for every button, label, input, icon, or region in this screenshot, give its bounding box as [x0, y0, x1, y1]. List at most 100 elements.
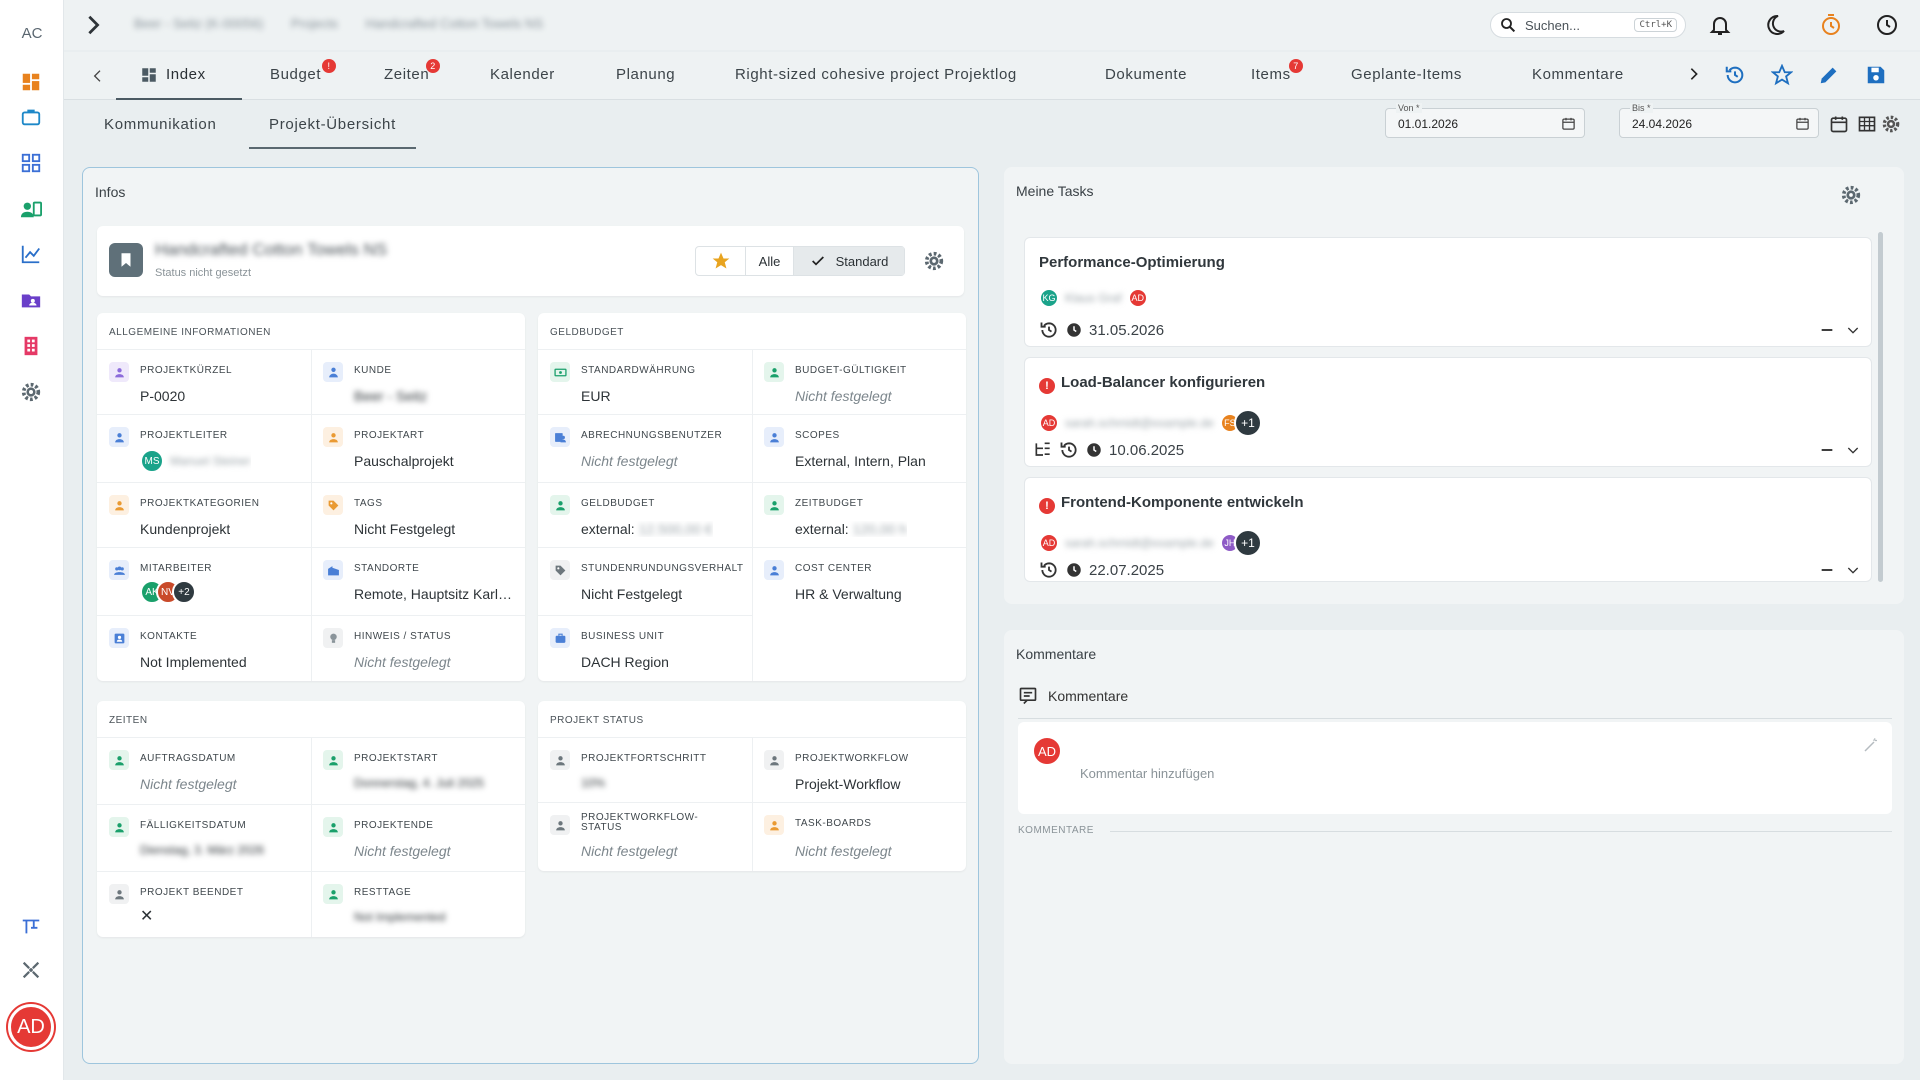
budget-amount: 12.500,00 €: [638, 521, 713, 537]
field-scopes: Scopes External, Intern, Plan: [752, 414, 966, 482]
tab-index[interactable]: Index: [116, 66, 242, 100]
field-value: MS Manuel Steiner: [140, 449, 251, 473]
field-value[interactable]: Beer - Seitz: [354, 388, 427, 404]
chevron-right-icon[interactable]: [1686, 66, 1702, 85]
user-avatar[interactable]: AD: [8, 1004, 54, 1050]
comment-editor[interactable]: AD Kommentar hinzufügen: [1018, 722, 1892, 814]
tab-dokumente[interactable]: Dokumente: [1105, 66, 1187, 100]
calendar-picker-icon[interactable]: [1829, 114, 1849, 137]
tab-zeiten[interactable]: Zeiten 2: [384, 59, 440, 100]
filter-all-button[interactable]: Alle: [746, 247, 794, 275]
settings-icon[interactable]: [18, 379, 44, 405]
minus-icon[interactable]: [1819, 322, 1835, 338]
history-icon[interactable]: [1059, 440, 1079, 460]
minus-icon[interactable]: [1819, 442, 1835, 458]
history-icon[interactable]: [1039, 560, 1059, 580]
customer-icon: [323, 362, 343, 382]
star-icon[interactable]: [1770, 63, 1794, 89]
expand-sidebar-icon[interactable]: [82, 14, 104, 36]
time-tracking-icon[interactable]: [1875, 13, 1899, 37]
bell-icon[interactable]: [1708, 13, 1732, 37]
search-input[interactable]: Suchen... Ctrl+K: [1490, 12, 1686, 38]
tasks-scrollbar[interactable]: [1878, 232, 1883, 582]
tab-kalender[interactable]: Kalender: [490, 66, 555, 100]
chart-line-icon[interactable]: [18, 241, 44, 267]
date-to-field[interactable]: Bis * 24.04.2026: [1619, 103, 1819, 138]
more-avatars[interactable]: +2: [172, 580, 196, 604]
tab-projektlog[interactable]: Right-sized cohesive project Projektlog: [735, 66, 1017, 100]
avatar[interactable]: AD: [1039, 533, 1059, 553]
avatar[interactable]: KG: [1039, 288, 1059, 308]
avatar[interactable]: AD: [1127, 288, 1148, 308]
tab-geplante-items[interactable]: Geplante-Items: [1351, 66, 1462, 100]
settings-icon[interactable]: [1840, 184, 1862, 209]
task-due: 31.05.2026: [1039, 320, 1164, 340]
field-projektworkflow-status: Projektworkflow-Status Nicht festgelegt: [538, 802, 752, 871]
task-title[interactable]: Performance-Optimierung: [1039, 254, 1225, 271]
subtab-kommunikation[interactable]: Kommunikation: [104, 116, 216, 147]
field-label: Mitarbeiter: [140, 563, 212, 574]
task-card[interactable]: ! Load-Balancer konfigurieren AD sarah.sc…: [1024, 357, 1872, 467]
tab-kommentare[interactable]: Kommentare: [1532, 66, 1624, 100]
table-view-icon[interactable]: [1857, 114, 1877, 137]
person-icon: [550, 750, 570, 770]
group-icon: [109, 560, 129, 580]
field-label: Auftragsdatum: [140, 753, 236, 764]
building-icon[interactable]: [18, 333, 44, 359]
settings-icon[interactable]: [923, 250, 945, 275]
breadcrumb-projects[interactable]: Projects: [291, 16, 338, 31]
folder-user-icon[interactable]: [18, 287, 44, 313]
favorite-star-icon[interactable]: [696, 247, 746, 275]
contacts-icon[interactable]: [18, 196, 44, 222]
task-title[interactable]: ! Load-Balancer konfigurieren: [1039, 374, 1265, 394]
chevron-down-icon[interactable]: [1845, 442, 1861, 458]
edit-icon[interactable]: [1818, 64, 1840, 89]
dark-mode-icon[interactable]: [1763, 13, 1787, 37]
subtab-projekt-uebersicht[interactable]: Projekt-Übersicht: [249, 116, 416, 149]
person-icon: [764, 815, 784, 835]
field-value: external: 12.500,00 €: [581, 521, 713, 537]
field-value: Nicht festgelegt: [795, 388, 892, 404]
tools-icon[interactable]: [18, 957, 44, 983]
history-icon[interactable]: [1724, 64, 1746, 89]
bookmark-icon: [109, 243, 143, 277]
widgets-icon[interactable]: [18, 150, 44, 176]
chevron-left-icon[interactable]: [90, 68, 106, 87]
app-logo[interactable]: AC: [12, 18, 52, 48]
field-label: Hinweis / Status: [354, 631, 452, 642]
more-avatars[interactable]: +1: [1233, 409, 1262, 437]
date-from-field[interactable]: Von * 01.01.2026: [1385, 103, 1585, 138]
field-label: Standorte: [354, 563, 420, 574]
task-title[interactable]: ! Frontend-Komponente entwickeln: [1039, 494, 1304, 514]
chevron-down-icon[interactable]: [1845, 562, 1861, 578]
section-header: Projekt Status: [550, 715, 644, 726]
avatar[interactable]: MS: [140, 449, 164, 473]
magic-wand-icon[interactable]: [1862, 736, 1880, 754]
more-avatars[interactable]: +1: [1233, 529, 1262, 557]
breadcrumb-project[interactable]: Handcrafted Cotton Towels NS: [366, 16, 544, 31]
task-assignees: KG Klaus Graf AD: [1039, 288, 1148, 308]
calendar-icon[interactable]: [1795, 116, 1810, 131]
avatar[interactable]: AD: [1039, 413, 1059, 433]
field-value: AK NV +2: [140, 580, 196, 604]
task-card[interactable]: ! Frontend-Komponente entwickeln AD sarah…: [1024, 477, 1872, 582]
dashboard-icon[interactable]: [18, 69, 44, 95]
field-label: Cost Center: [795, 563, 872, 574]
tab-planung[interactable]: Planung: [616, 66, 675, 100]
history-icon[interactable]: [1039, 320, 1059, 340]
minus-icon[interactable]: [1819, 562, 1835, 578]
filter-standard-button[interactable]: Standard: [794, 247, 904, 275]
task-card[interactable]: Performance-Optimierung KG Klaus Graf AD…: [1024, 237, 1872, 347]
chevron-down-icon[interactable]: [1845, 322, 1861, 338]
settings-icon[interactable]: [1881, 114, 1901, 137]
subtasks-icon[interactable]: [1033, 440, 1053, 460]
timer-icon[interactable]: [1819, 13, 1843, 37]
save-icon[interactable]: [1865, 64, 1887, 89]
briefcase-icon[interactable]: [18, 104, 44, 130]
tab-items[interactable]: Items 7: [1251, 59, 1303, 100]
breadcrumb-customer[interactable]: Beer - Seitz (K-00056): [134, 16, 263, 31]
tab-budget[interactable]: Budget !: [270, 59, 336, 100]
hierarchy-icon[interactable]: [18, 913, 44, 939]
comment-placeholder[interactable]: Kommentar hinzufügen: [1080, 766, 1214, 781]
calendar-icon[interactable]: [1561, 116, 1576, 131]
